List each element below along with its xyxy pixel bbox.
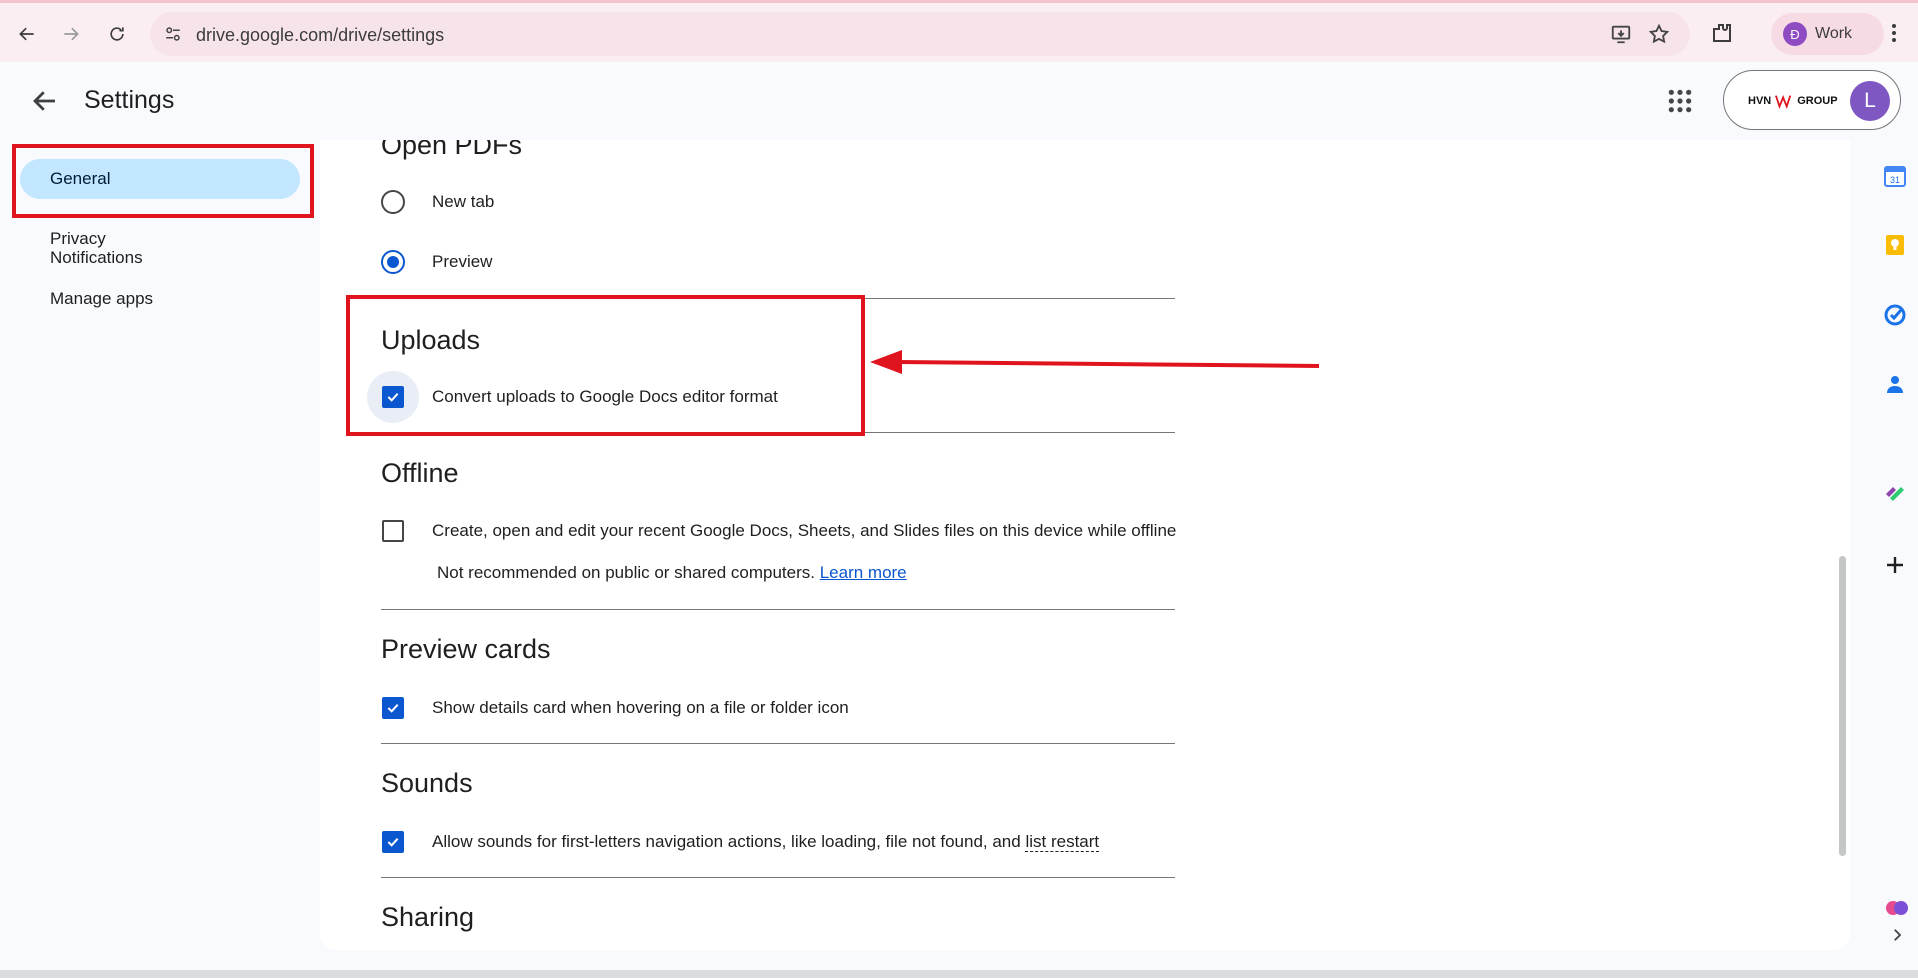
section-divider bbox=[381, 609, 1175, 610]
browser-menu-icon[interactable] bbox=[1882, 21, 1906, 47]
section-divider bbox=[381, 743, 1175, 744]
section-title-open-pdfs: Open PDFs bbox=[381, 140, 523, 160]
radio-new-tab[interactable] bbox=[381, 190, 405, 214]
sidebar-item-notifications[interactable]: Notifications bbox=[20, 238, 300, 278]
keep-icon[interactable] bbox=[1883, 233, 1907, 257]
offline-note-text: Not recommended on public or shared comp… bbox=[437, 563, 815, 582]
option-label-offline: Create, open and edit your recent Google… bbox=[432, 521, 1177, 540]
checkbox-offline[interactable] bbox=[382, 520, 404, 542]
profile-chip[interactable]: Đ Work bbox=[1771, 13, 1884, 55]
section-title-sounds: Sounds bbox=[381, 768, 473, 798]
reload-icon[interactable] bbox=[104, 21, 130, 47]
section-title-sharing: Sharing bbox=[381, 902, 475, 932]
brain-extension-icon[interactable] bbox=[1885, 896, 1909, 920]
profile-label: Work bbox=[1815, 25, 1853, 42]
check-icon bbox=[387, 837, 399, 847]
account-chip[interactable]: HVN GROUP L bbox=[1723, 70, 1901, 130]
calendar-day-text: 31 bbox=[1890, 175, 1900, 185]
org-logo: HVN GROUP bbox=[1748, 91, 1838, 111]
addon-icon[interactable] bbox=[1883, 480, 1907, 504]
org-logo-mark-icon bbox=[1775, 94, 1792, 109]
browser-toolbar: drive.google.com/drive/settings Đ Work bbox=[0, 0, 1918, 62]
tasks-icon[interactable] bbox=[1883, 303, 1907, 327]
chevron-right-icon[interactable] bbox=[1888, 926, 1912, 950]
url-text: drive.google.com/drive/settings bbox=[196, 25, 445, 45]
option-label-sounds: Allow sounds for first-letters navigatio… bbox=[432, 832, 1100, 852]
side-panel: 31 bbox=[1870, 140, 1918, 960]
annotation-arrow-icon bbox=[870, 350, 1320, 374]
profile-avatar: Đ bbox=[1783, 22, 1807, 46]
section-divider bbox=[381, 877, 1175, 878]
user-avatar: L bbox=[1850, 81, 1890, 121]
install-app-icon[interactable] bbox=[1610, 23, 1632, 45]
google-apps-icon[interactable] bbox=[1667, 88, 1693, 114]
option-label-preview: Preview bbox=[432, 252, 493, 271]
sidebar-item-label: Notifications bbox=[50, 248, 143, 267]
checkbox-preview-cards[interactable] bbox=[382, 697, 404, 719]
sidebar-item-manage-apps[interactable]: Manage apps bbox=[20, 279, 300, 319]
org-logo-text-left: HVN bbox=[1748, 95, 1772, 107]
extensions-icon[interactable] bbox=[1710, 21, 1736, 47]
forward-icon[interactable] bbox=[58, 21, 84, 47]
site-settings-icon[interactable] bbox=[164, 25, 182, 43]
checkbox-sounds[interactable] bbox=[382, 831, 404, 853]
option-label-preview-cards: Show details card when hovering on a fil… bbox=[432, 698, 849, 717]
scrollbar-thumb[interactable] bbox=[1839, 556, 1846, 856]
annotation-box-uploads bbox=[346, 295, 865, 436]
learn-more-link[interactable]: Learn more bbox=[820, 563, 907, 582]
org-logo-text-right: GROUP bbox=[1797, 95, 1838, 107]
list-restart-term[interactable]: list restart bbox=[1025, 832, 1100, 852]
option-label-new-tab: New tab bbox=[432, 192, 495, 211]
bookmark-star-icon[interactable] bbox=[1648, 23, 1670, 45]
plus-icon[interactable] bbox=[1883, 553, 1907, 577]
radio-preview[interactable] bbox=[381, 250, 405, 274]
annotation-box-general bbox=[12, 144, 314, 218]
calendar-icon[interactable]: 31 bbox=[1883, 164, 1907, 188]
sounds-label-text: Allow sounds for first-letters navigatio… bbox=[432, 832, 1021, 851]
address-bar[interactable]: drive.google.com/drive/settings bbox=[150, 12, 1690, 56]
contacts-icon[interactable] bbox=[1883, 372, 1907, 396]
back-icon[interactable] bbox=[14, 21, 40, 47]
settings-panel: Open PDFs New tab Preview Uploads Conver… bbox=[320, 140, 1850, 950]
back-arrow-icon[interactable] bbox=[30, 86, 60, 116]
section-title-offline: Offline bbox=[381, 458, 459, 488]
page-title: Settings bbox=[84, 86, 175, 114]
offline-note: Not recommended on public or shared comp… bbox=[437, 563, 907, 583]
check-icon bbox=[387, 703, 399, 713]
sidebar-item-label: Manage apps bbox=[50, 289, 154, 308]
bottom-bar bbox=[0, 970, 1918, 978]
settings-header: Settings HVN GROUP L bbox=[0, 62, 1918, 140]
section-title-preview-cards: Preview cards bbox=[381, 634, 551, 664]
